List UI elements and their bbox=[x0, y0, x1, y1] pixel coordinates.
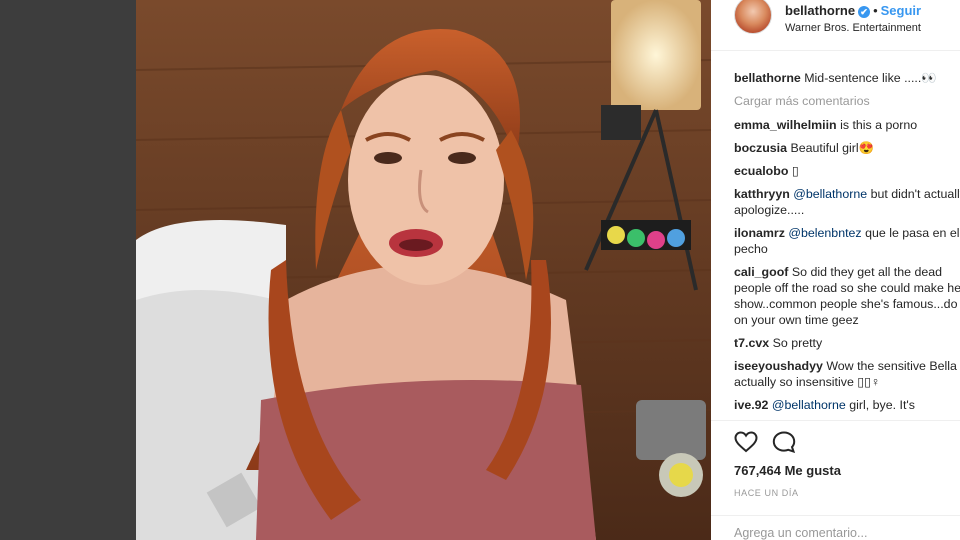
comment-username[interactable]: katthryyn bbox=[734, 187, 790, 201]
add-comment-bar: Agrega un comentario... bbox=[711, 515, 960, 540]
comment-mention[interactable]: @belenbntez bbox=[788, 226, 861, 240]
comment-text: Beautiful girl😍 bbox=[790, 141, 875, 155]
comment-mention[interactable]: @bellathorne bbox=[793, 187, 867, 201]
likes-count[interactable]: 767,464 Me gusta bbox=[734, 463, 841, 478]
follow-button[interactable]: Seguir bbox=[881, 3, 921, 18]
comment-text: is this a porno bbox=[840, 118, 918, 132]
comment-icon[interactable] bbox=[772, 431, 796, 453]
post-timestamp[interactable]: HACE UN DÍA bbox=[734, 488, 799, 498]
comment-username[interactable]: boczusia bbox=[734, 141, 787, 155]
post-photo-illustration bbox=[136, 0, 711, 540]
comment-username[interactable]: ilonamrz bbox=[734, 226, 785, 240]
caption-text: Mid-sentence like .....👀 bbox=[804, 71, 937, 85]
page-backdrop bbox=[0, 0, 136, 540]
avatar[interactable] bbox=[734, 0, 772, 34]
comment-text: ▯ bbox=[791, 164, 799, 178]
comment-username[interactable]: t7.cvx bbox=[734, 336, 769, 350]
verified-badge-icon: ✔ bbox=[858, 5, 871, 18]
caption: bellathorne Mid-sentence like .....👀 bbox=[734, 70, 960, 86]
separator-dot: • bbox=[873, 3, 878, 18]
load-more-comments-button[interactable]: Cargar más comentarios bbox=[734, 93, 960, 109]
comment-username[interactable]: ecualobo bbox=[734, 164, 788, 178]
comment-text: So pretty bbox=[772, 336, 823, 350]
comment-item: boczusia Beautiful girl😍 bbox=[734, 140, 960, 156]
comment-item: iseeyoushadyy Wow the sensitive Bella is… bbox=[734, 358, 960, 390]
comment-item: ive.92 @bellathorne girl, bye. It's bbox=[734, 397, 960, 413]
comments-list[interactable]: bellathorne Mid-sentence like .....👀 Car… bbox=[734, 70, 960, 420]
post-sidebar: bellathorne ✔ • Seguir Warner Bros. Enterta… bbox=[711, 0, 960, 540]
comment-mention[interactable]: @bellathorne bbox=[772, 398, 846, 412]
comment-username[interactable]: iseeyoushadyy bbox=[734, 359, 823, 373]
post-header-line: bellathorne ✔ • Seguir bbox=[785, 3, 921, 18]
caption-username[interactable]: bellathorne bbox=[734, 71, 801, 85]
comment-username[interactable]: cali_goof bbox=[734, 265, 788, 279]
post-username[interactable]: bellathorne bbox=[785, 3, 855, 18]
post-actions: 767,464 Me gusta HACE UN DÍA Agrega un c… bbox=[711, 420, 960, 540]
comment-username[interactable]: ive.92 bbox=[734, 398, 768, 412]
comment-item: cali_goof So did they get all the dead p… bbox=[734, 264, 960, 328]
comment-text: girl, bye. It's bbox=[849, 398, 915, 412]
comment-item: katthryyn @bellathorne but didn't actual… bbox=[734, 186, 960, 218]
heart-icon[interactable] bbox=[734, 431, 758, 453]
post-header: bellathorne ✔ • Seguir Warner Bros. Enterta… bbox=[711, 0, 960, 51]
post-location[interactable]: Warner Bros. Entertainment bbox=[785, 22, 921, 34]
comment-item: emma_wilhelmiin is this a porno bbox=[734, 117, 960, 133]
comment-username[interactable]: emma_wilhelmiin bbox=[734, 118, 837, 132]
comment-item: ecualobo ▯ bbox=[734, 163, 960, 179]
comment-item: t7.cvx So pretty bbox=[734, 335, 960, 351]
add-comment-input[interactable]: Agrega un comentario... bbox=[734, 526, 867, 540]
post-photo[interactable] bbox=[136, 0, 711, 540]
comment-item: ilonamrz @belenbntez que le pasa en el p… bbox=[734, 225, 960, 257]
